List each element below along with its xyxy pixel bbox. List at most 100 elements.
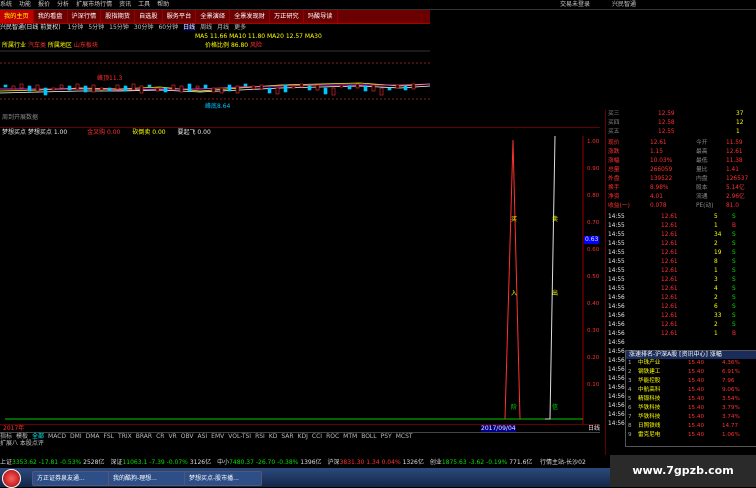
indicator-tab[interactable]: DMI bbox=[70, 433, 82, 440]
tf-30m[interactable]: 30分钟 bbox=[134, 24, 154, 31]
tf-1m[interactable]: 1分钟 bbox=[68, 24, 84, 31]
menu-quote[interactable]: 报价 bbox=[38, 0, 50, 9]
tick-time: 14:56 bbox=[608, 367, 625, 373]
menu-system[interactable]: 系统 bbox=[0, 0, 12, 9]
popup-rank: 8 bbox=[628, 423, 632, 429]
tf-60m[interactable]: 60分钟 bbox=[158, 24, 178, 31]
tick-time: 14:55 bbox=[608, 268, 625, 274]
popup-row[interactable]: 9 雷克尼电 15.40 1.06% bbox=[626, 431, 756, 440]
popup-row[interactable]: 4 中航高科 15.40 9.06% bbox=[626, 386, 756, 395]
tab-discover[interactable]: 全景发现财 bbox=[230, 10, 270, 23]
start-button[interactable] bbox=[2, 469, 21, 488]
index-quote[interactable]: 上证3353.62 -17.81 -0.53% 2528亿 bbox=[0, 459, 104, 466]
tf-day[interactable]: 日线 bbox=[183, 24, 196, 31]
indicator-tab[interactable]: ASI bbox=[197, 433, 207, 440]
popup-row[interactable]: 3 华能控股 15.40 7.96 bbox=[626, 377, 756, 386]
candle bbox=[75, 83, 80, 90]
tick-time: 14:56 bbox=[608, 394, 625, 400]
indicator-tab[interactable]: KDJ bbox=[298, 433, 308, 440]
ranking-popup[interactable]: 涨速排名-沪深A股 [资讯中心] 涨幅 1 中珠产业 15.40 4.36% 2 钢铁建工… bbox=[625, 350, 756, 447]
index-quote[interactable]: 沪深3831.30 1.34 0.04% 1326亿 bbox=[328, 459, 424, 466]
tf-week[interactable]: 周线 bbox=[200, 24, 212, 31]
menu-function[interactable]: 功能 bbox=[19, 0, 31, 9]
indicator-tab[interactable]: DMA bbox=[86, 433, 100, 440]
tf-month[interactable]: 月线 bbox=[217, 24, 229, 31]
popup-title[interactable]: 涨速排名-沪深A股 [资讯中心] 涨幅 bbox=[626, 351, 756, 359]
tab-guide[interactable]: 玛酸导读 bbox=[304, 10, 338, 23]
menu-help[interactable]: 帮助 bbox=[157, 0, 169, 9]
indicator-tab[interactable]: TRIX bbox=[118, 433, 132, 440]
menu-tools[interactable]: 工具 bbox=[138, 0, 150, 9]
indicator-tab[interactable]: 指标 bbox=[0, 433, 12, 440]
tf-15m[interactable]: 15分钟 bbox=[109, 24, 129, 31]
task-app-2[interactable]: 我的酷狗-理想... bbox=[108, 471, 186, 486]
menu-news[interactable]: 资讯 bbox=[119, 0, 131, 9]
task-app-3[interactable]: 梦想买点-股市播... bbox=[184, 471, 262, 486]
indicator-tab[interactable]: MACD bbox=[48, 433, 66, 440]
index-field: -7.39 bbox=[149, 459, 165, 466]
stat-key: 外盘 bbox=[608, 176, 620, 182]
indicator-tab[interactable]: VOL-TSI bbox=[228, 433, 251, 440]
tf-5m[interactable]: 5分钟 bbox=[88, 24, 104, 31]
indicator-tab[interactable]: RSI bbox=[255, 433, 265, 440]
tab-panorama[interactable]: 全景演绎 bbox=[196, 10, 231, 23]
indicator-tab[interactable]: BRAR bbox=[136, 433, 152, 440]
tab-watch[interactable]: 我的看盘 bbox=[34, 10, 68, 23]
menu-extended[interactable]: 扩展市场行情 bbox=[76, 0, 112, 9]
popup-row[interactable]: 8 日照铁线 15.40 14.77 bbox=[626, 422, 756, 431]
tab-home[interactable]: 我的主页 bbox=[0, 10, 34, 23]
popup-stock-name: 华铁科技 bbox=[638, 414, 661, 420]
index-quote[interactable]: 创业1875.63 -3.62 -0.19% 771.6亿 bbox=[430, 459, 533, 466]
popup-row[interactable]: 5 精锻科技 15.40 3.54% bbox=[626, 395, 756, 404]
candle bbox=[171, 84, 176, 91]
indicator-tab[interactable]: CCI bbox=[312, 433, 322, 440]
index-quote[interactable]: 深证11063.1 -7.39 -0.07% 3126亿 bbox=[110, 459, 211, 466]
popup-row[interactable]: 7 华铁科技 15.40 3.74% bbox=[626, 413, 756, 422]
indicator-tab[interactable]: 全部 bbox=[32, 433, 44, 440]
candle bbox=[363, 85, 368, 92]
indicator-tab[interactable]: MTM bbox=[343, 433, 357, 440]
y-tick-label: 0.10 bbox=[587, 382, 600, 388]
indicator-tab[interactable]: PSY bbox=[381, 433, 392, 440]
indicator-panel[interactable]: 梦想买点 梦想买点 1.00 金叉购 0.00 砍倒卖 0.00 要起飞 0.0… bbox=[0, 127, 600, 425]
indicator-tab[interactable]: VR bbox=[168, 433, 176, 440]
popup-row[interactable]: 6 华铁科技 15.40 3.79% bbox=[626, 404, 756, 413]
menu-analysis[interactable]: 分析 bbox=[57, 0, 69, 9]
tab-research[interactable]: 万正研究 bbox=[270, 10, 304, 23]
tab-watchlist[interactable]: 自选股 bbox=[135, 10, 163, 23]
tf-more[interactable]: 更多 bbox=[234, 24, 246, 31]
indicator-tab[interactable]: BOLL bbox=[361, 433, 376, 440]
indicator-tab[interactable]: KD bbox=[269, 433, 278, 440]
indicator-tab[interactable]: SAR bbox=[281, 433, 293, 440]
popup-row[interactable]: 1 中珠产业 15.40 4.36% bbox=[626, 359, 756, 368]
indicator-tab[interactable]: EMV bbox=[211, 433, 224, 440]
tick-row: 14:56 bbox=[606, 339, 756, 348]
stat-value: 1.41 bbox=[726, 167, 739, 173]
index-field: 3353.62 bbox=[12, 459, 37, 466]
tick-row: 14:55 12.61 34 S bbox=[606, 231, 756, 240]
tab-service[interactable]: 服务平台 bbox=[163, 10, 197, 23]
indicator-tab[interactable]: OBV bbox=[181, 433, 194, 440]
indicator-tab[interactable]: CR bbox=[156, 433, 164, 440]
candle bbox=[99, 87, 104, 91]
trade-status[interactable]: 交易未登录 bbox=[560, 0, 590, 9]
index-quote[interactable]: 中小7480.37 -26.70 -0.38% 1396亿 bbox=[217, 459, 321, 466]
tick-direction: S bbox=[732, 232, 736, 238]
price-chart-panel[interactable]: MA5 11.66 MA10 11.80 MA20 12.57 MA30 所属行… bbox=[0, 33, 430, 111]
server-status[interactable]: 行情主站-长沙02 bbox=[540, 458, 586, 467]
candle bbox=[179, 85, 184, 93]
candle bbox=[115, 84, 120, 90]
task-app-1[interactable]: 方正证券泉友通... bbox=[32, 471, 110, 486]
indicator-tab[interactable]: FSL bbox=[104, 433, 115, 440]
indicator-tab[interactable]: ROC bbox=[326, 433, 339, 440]
tab-futures[interactable]: 股指期货 bbox=[101, 10, 135, 23]
sub-tabs[interactable]: 扩展八 本股点评 bbox=[0, 440, 44, 448]
indicator-tab[interactable]: 模板 bbox=[16, 433, 28, 440]
tick-price: 12.61 bbox=[661, 268, 678, 274]
quote-stat-row: 换手 8.98% 股本 5.14亿 bbox=[606, 184, 756, 193]
indicator-tab[interactable]: MCST bbox=[396, 433, 413, 440]
popup-stock-name: 华能控股 bbox=[638, 378, 661, 384]
tab-market[interactable]: 沪深行情 bbox=[68, 10, 102, 23]
stat-key: 净资 bbox=[608, 194, 620, 200]
popup-row[interactable]: 2 钢铁建工 15.40 6.91% bbox=[626, 368, 756, 377]
